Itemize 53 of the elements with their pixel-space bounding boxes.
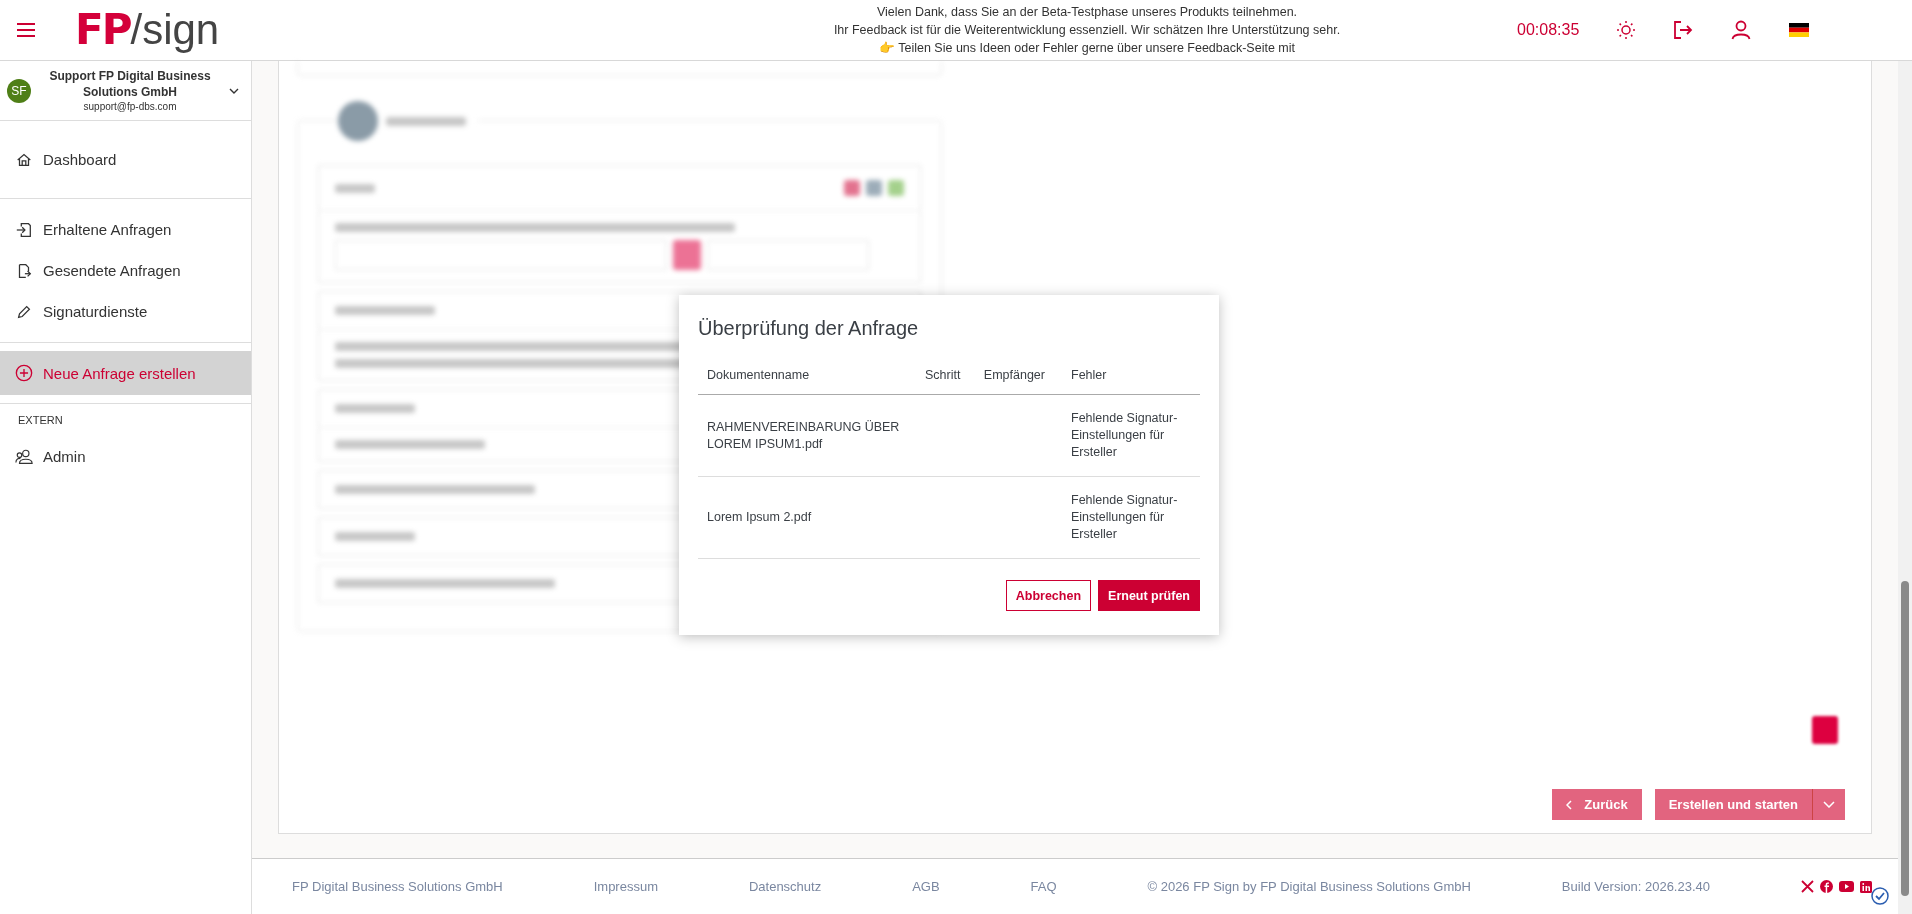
account-name: Support FP Digital Business Solutions GmbH [48,67,212,100]
menu-icon[interactable] [17,23,35,37]
account-email: support@fp-dbs.com [83,99,177,114]
beta-notice-text: Ihr Feedback ist für die Weiterentwicklung essenziell. Wir schätzen Ihre Unterstützung sehr. [833,22,1341,39]
chevron-down-icon [1823,801,1835,808]
build-version: Build Version: 2026.23.40 [1561,879,1710,894]
nav-item[interactable]: Erhaltene Anfragen [0,209,251,250]
create-and-start-button[interactable]: Erstellen und starten [1654,789,1812,820]
back-button[interactable]: Zurück [1552,789,1642,820]
column-header: Fehler [1071,368,1107,382]
column-header: Empfänger [983,368,1045,382]
logout-icon[interactable] [1673,20,1694,40]
dialog-title: Überprüfung der Anfrage [698,317,920,340]
facebook-icon[interactable] [1819,880,1833,893]
document-name: Lorem Ipsum 2.pdf [707,510,812,524]
check-badge-icon[interactable] [1871,887,1889,905]
column-header: Schritt [925,368,961,382]
copyright-text: © 2026 FP Sign by FP Digital Business Solutions GmbH [1147,879,1471,894]
cancel-button[interactable]: Abbrechen [1005,580,1092,611]
footer-link[interactable]: Impressum [593,879,658,894]
sign-in-icon [15,220,33,239]
footer-link[interactable]: FAQ [1030,879,1057,894]
error-text: Fehlende Signatur-Einstellungen für Ersteller [1071,411,1178,459]
section-label: EXTERN [17,413,64,428]
chevron-left-icon [1566,799,1573,810]
beta-notice-text: Vielen Dank, dass Sie an der Beta-Testphase unseres Produkts teilnehmen. [876,4,1298,21]
users-icon [15,447,33,466]
flag-icon[interactable] [1789,23,1810,37]
sun-icon[interactable] [1617,21,1636,39]
nav-item[interactable]: Gesendete Anfragen [0,250,251,291]
x-icon[interactable] [1800,880,1814,893]
footer-link[interactable]: Datenschutz [748,879,822,894]
logo: FP/sign [75,9,220,51]
avatar: SF [7,78,31,103]
nav-item[interactable]: Neue Anfrage erstellen [0,351,251,395]
linkedin-icon[interactable] [1859,880,1872,893]
document-name: RAHMENVEREINBARUNG ÜBER LOREM IPSUM1.pdf [707,419,900,451]
user-icon[interactable] [1731,20,1752,40]
dropdown-toggle[interactable] [1813,789,1845,820]
nav-item[interactable]: Admin [0,436,251,477]
beta-notice-text: 👉 Teilen Sie uns Ideen oder Fehler gerne über unsere Feedback-Seite mit [879,40,1295,57]
nav-item[interactable]: Dashboard [0,139,251,180]
play-icon[interactable] [1838,881,1854,892]
chevron-down-icon[interactable] [229,87,239,94]
footer-link[interactable]: FP Digital Business Solutions GmbH [292,879,503,894]
plus-circle-icon [15,364,33,382]
session-timer: 00:08:35 [1517,21,1580,39]
footer-link[interactable]: AGB [912,879,940,894]
error-text: Fehlende Signatur-Einstellungen für Ersteller [1071,493,1178,541]
scrollbar-thumb[interactable] [1901,581,1909,896]
nav-item[interactable]: Signaturdienste [0,291,251,332]
column-header: Dokumentenname [707,368,810,382]
recheck-button[interactable]: Erneut prüfen [1098,580,1200,611]
